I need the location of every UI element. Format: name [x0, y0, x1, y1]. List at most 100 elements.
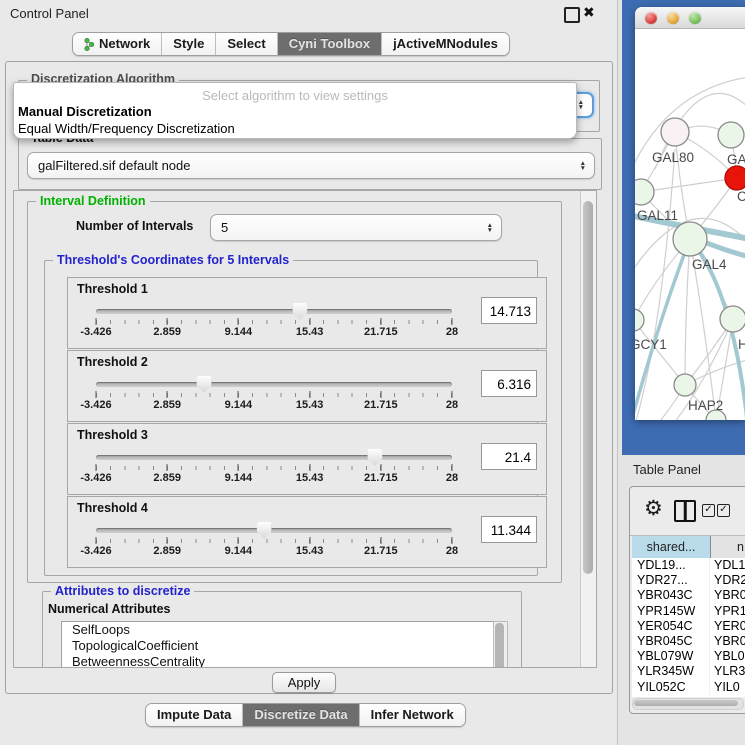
threshold-1-slider-thumb[interactable] — [292, 303, 307, 320]
table-row[interactable]: YBR043CYBR0 — [632, 588, 745, 603]
threshold-3-slider[interactable] — [96, 455, 452, 460]
node-partial-top-right[interactable] — [718, 122, 744, 148]
table-horizontal-scrollbar[interactable] — [632, 698, 744, 710]
node-label: C — [737, 189, 745, 204]
interval-definition-group: Interval Definition Number of Intervals … — [27, 201, 562, 583]
network-window-titlebar[interactable] — [635, 7, 745, 29]
node-label: HAP2 — [688, 398, 723, 413]
dropdown-option-equal-width[interactable]: Equal Width/Frequency Discretization — [18, 121, 235, 136]
threshold-row-4: Threshold 4 -3.426 2.859 9.144 15.43 21.… — [67, 496, 547, 568]
thresholds-group: Threshold's Coordinates for 5 Intervals … — [44, 260, 538, 576]
attributes-scrollbar-thumb[interactable] — [495, 623, 504, 668]
tab-network[interactable]: Network — [73, 33, 162, 55]
bottom-tab-bar: Impute Data Discretize Data Infer Networ… — [145, 703, 466, 727]
node-gal80[interactable] — [661, 118, 689, 146]
tab-jactivemnodules[interactable]: jActiveMNodules — [382, 33, 509, 55]
minimize-traffic-light-icon[interactable] — [667, 12, 679, 24]
node-gal11[interactable] — [635, 179, 654, 205]
threshold-2-value-field[interactable]: 6.316 — [481, 370, 537, 397]
numerical-attributes-label: Numerical Attributes — [48, 602, 170, 616]
number-of-intervals-label: Number of Intervals — [76, 219, 193, 233]
tab-cyni-toolbox[interactable]: Cyni Toolbox — [278, 33, 382, 55]
node-gal4[interactable] — [673, 222, 707, 256]
apply-button[interactable]: Apply — [272, 672, 336, 693]
network-desktop: GAL80 GA C GAL11 GAL4 GCY1 H HAP2 — [622, 0, 745, 455]
list-item[interactable]: SelfLoops — [62, 622, 494, 638]
tab-select[interactable]: Select — [216, 33, 277, 55]
threshold-2-slider-thumb[interactable] — [197, 376, 212, 393]
float-window-icon[interactable] — [564, 7, 580, 23]
tab-impute-data[interactable]: Impute Data — [146, 704, 243, 726]
table-panel: ⚙ ✓ ✓ shared... n YDL19...YDL1 YDR27...Y… — [629, 486, 745, 714]
threshold-1-value-field[interactable]: 14.713 — [481, 297, 537, 324]
gear-icon[interactable]: ⚙ — [644, 496, 663, 521]
dropdown-option-manual-discretization[interactable]: Manual Discretization — [18, 104, 152, 119]
node-label: GAL4 — [692, 257, 727, 272]
settings-scrollbar[interactable] — [580, 191, 596, 667]
threshold-row-1: Threshold 1 -3.426 2.859 9.144 15.43 21.… — [67, 277, 547, 349]
control-panel: Control Panel ✖ Network Style Select Cyn… — [0, 0, 618, 745]
threshold-2-slider[interactable] — [96, 382, 452, 387]
node-hap2[interactable] — [674, 374, 696, 396]
node-label: GAL11 — [637, 208, 678, 223]
tab-discretize-data[interactable]: Discretize Data — [243, 704, 359, 726]
table-row[interactable]: YDL19...YDL1 — [632, 558, 745, 573]
node-label: GA — [727, 152, 745, 167]
node-h[interactable] — [720, 306, 745, 332]
attributes-group-title: Attributes to discretize — [51, 584, 194, 598]
threshold-3-value-field[interactable]: 21.4 — [481, 443, 537, 470]
combo-arrows-icon: ▲▼ — [578, 100, 584, 110]
column-view-icon[interactable] — [674, 500, 696, 522]
list-item[interactable]: BetweennessCentrality — [62, 654, 494, 668]
column-header-shared-name[interactable]: shared... — [632, 536, 711, 558]
table-scrollbar-thumb[interactable] — [634, 700, 738, 706]
table-data-selected-value: galFiltered.sif default node — [38, 153, 190, 178]
number-of-intervals-value: 5 — [221, 215, 228, 240]
combo-arrows-icon: ▲▼ — [487, 223, 493, 233]
numerical-attributes-list[interactable]: SelfLoops TopologicalCoefficient Between… — [61, 621, 495, 668]
threshold-4-slider-thumb[interactable] — [257, 522, 272, 539]
node-selected-red[interactable] — [725, 166, 745, 190]
settings-scrollbar-thumb[interactable] — [583, 201, 593, 574]
threshold-4-slider[interactable] — [96, 528, 452, 533]
threshold-4-value-field[interactable]: 11.344 — [481, 516, 537, 543]
number-of-intervals-combobox[interactable]: 5 ▲▼ — [210, 214, 502, 241]
node-label: H — [738, 337, 745, 352]
table-header-row: shared... n — [632, 536, 745, 559]
checked-checkbox-icon[interactable]: ✓ — [702, 504, 715, 517]
tab-network-label: Network — [99, 33, 150, 55]
threshold-1-slider[interactable] — [96, 309, 452, 314]
node-label: GAL80 — [652, 150, 694, 165]
thresholds-group-title: Threshold's Coordinates for 5 Intervals — [53, 253, 293, 267]
close-traffic-light-icon[interactable] — [645, 12, 657, 24]
table-row[interactable]: YDR27...YDR2 — [632, 573, 745, 588]
threshold-row-3: Threshold 3 -3.426 2.859 9.144 15.43 21.… — [67, 423, 547, 495]
table-data-group: Table Data galFiltered.sif default node … — [18, 138, 602, 190]
table-panel-title: Table Panel — [633, 462, 701, 477]
close-icon[interactable]: ✖ — [583, 4, 595, 21]
table-row[interactable]: YPR145WYPR1 — [632, 604, 745, 619]
node-gcy1[interactable] — [635, 309, 644, 331]
interval-definition-title: Interval Definition — [36, 194, 150, 208]
column-header-name[interactable]: n — [711, 536, 745, 558]
list-item[interactable]: TopologicalCoefficient — [62, 638, 494, 654]
network-canvas[interactable]: GAL80 GA C GAL11 GAL4 GCY1 H HAP2 — [635, 29, 745, 420]
network-icon — [84, 37, 94, 52]
table-rows: YDL19...YDL1 YDR27...YDR2 YBR043CYBR0 YP… — [632, 558, 745, 697]
zoom-traffic-light-icon[interactable] — [689, 12, 701, 24]
settings-scroll-pane: Interval Definition Number of Intervals … — [13, 190, 597, 668]
network-window[interactable]: GAL80 GA C GAL11 GAL4 GCY1 H HAP2 — [635, 7, 745, 420]
table-row[interactable]: YBL079WYBL0 — [632, 649, 745, 664]
table-row[interactable]: YIL052CYIL0 — [632, 680, 745, 695]
table-row[interactable]: YER054CYER0 — [632, 619, 745, 634]
tab-style[interactable]: Style — [162, 33, 216, 55]
table-data-combobox[interactable]: galFiltered.sif default node ▲▼ — [27, 152, 595, 179]
attributes-list-scrollbar[interactable] — [493, 621, 508, 668]
checked-checkbox-icon[interactable]: ✓ — [717, 504, 730, 517]
tab-infer-network[interactable]: Infer Network — [360, 704, 465, 726]
algorithm-dropdown-popup: Select algorithm to view settings Manual… — [13, 82, 577, 139]
table-row[interactable]: YBR045CYBR0 — [632, 634, 745, 649]
attributes-group: Attributes to discretize Numerical Attri… — [42, 591, 522, 668]
table-row[interactable]: YLR345WYLR3 — [632, 664, 745, 679]
dropdown-placeholder: Select algorithm to view settings — [14, 88, 576, 103]
